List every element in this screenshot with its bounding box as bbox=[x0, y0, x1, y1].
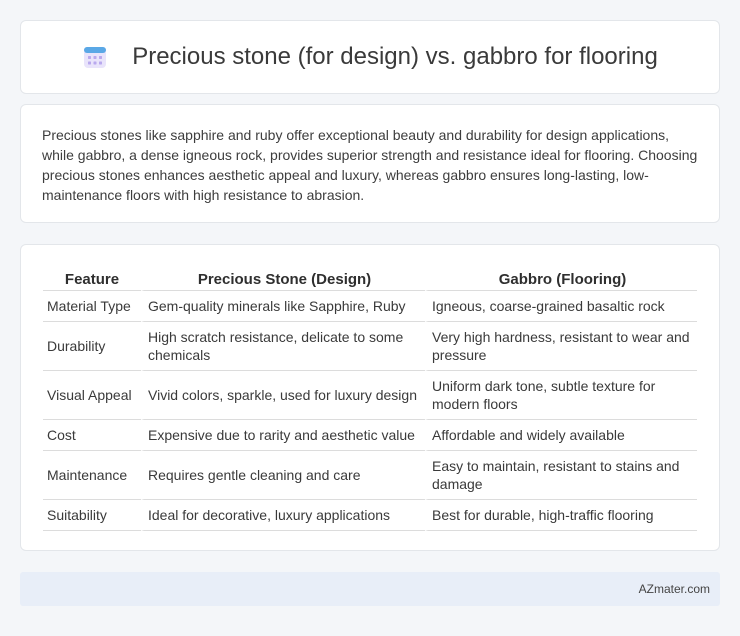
header-gabbro: Gabbro (Flooring) bbox=[425, 265, 697, 291]
cell-precious-stone: Ideal for decorative, luxury application… bbox=[141, 500, 425, 531]
cell-feature: Visual Appeal bbox=[43, 371, 141, 420]
cell-gabbro: Easy to maintain, resistant to stains an… bbox=[425, 451, 697, 500]
cell-precious-stone: Expensive due to rarity and aesthetic va… bbox=[141, 420, 425, 451]
footer-bar: AZmater.com bbox=[20, 572, 720, 606]
table-row: Cost Expensive due to rarity and aesthet… bbox=[43, 420, 697, 451]
intro-paragraph: Precious stones like sapphire and ruby o… bbox=[42, 127, 698, 203]
calendar-grid-icon bbox=[82, 44, 108, 70]
footer-brand: AZmater.com bbox=[638, 582, 710, 596]
comparison-table: Feature Precious Stone (Design) Gabbro (… bbox=[43, 265, 697, 531]
table-row: Material Type Gem-quality minerals like … bbox=[43, 291, 697, 322]
cell-gabbro: Best for durable, high-traffic flooring bbox=[425, 500, 697, 531]
cell-feature: Maintenance bbox=[43, 451, 141, 500]
cell-precious-stone: High scratch resistance, delicate to som… bbox=[141, 322, 425, 371]
comparison-table-card: Feature Precious Stone (Design) Gabbro (… bbox=[20, 244, 720, 551]
table-row: Suitability Ideal for decorative, luxury… bbox=[43, 500, 697, 531]
cell-gabbro: Very high hardness, resistant to wear an… bbox=[425, 322, 697, 371]
header-feature: Feature bbox=[43, 265, 141, 291]
cell-precious-stone: Vivid colors, sparkle, used for luxury d… bbox=[141, 371, 425, 420]
table-row: Durability High scratch resistance, deli… bbox=[43, 322, 697, 371]
intro-card: Precious stones like sapphire and ruby o… bbox=[20, 104, 720, 223]
table-row: Maintenance Requires gentle cleaning and… bbox=[43, 451, 697, 500]
table-header-row: Feature Precious Stone (Design) Gabbro (… bbox=[43, 265, 697, 291]
cell-gabbro: Affordable and widely available bbox=[425, 420, 697, 451]
cell-feature: Cost bbox=[43, 420, 141, 451]
header-precious-stone: Precious Stone (Design) bbox=[141, 265, 425, 291]
cell-gabbro: Igneous, coarse-grained basaltic rock bbox=[425, 291, 697, 322]
cell-feature: Suitability bbox=[43, 500, 141, 531]
cell-gabbro: Uniform dark tone, subtle texture for mo… bbox=[425, 371, 697, 420]
page-title: Precious stone (for design) vs. gabbro f… bbox=[132, 43, 658, 70]
title-card: Precious stone (for design) vs. gabbro f… bbox=[20, 20, 720, 94]
cell-feature: Durability bbox=[43, 322, 141, 371]
cell-feature: Material Type bbox=[43, 291, 141, 322]
table-row: Visual Appeal Vivid colors, sparkle, use… bbox=[43, 371, 697, 420]
cell-precious-stone: Gem-quality minerals like Sapphire, Ruby bbox=[141, 291, 425, 322]
cell-precious-stone: Requires gentle cleaning and care bbox=[141, 451, 425, 500]
